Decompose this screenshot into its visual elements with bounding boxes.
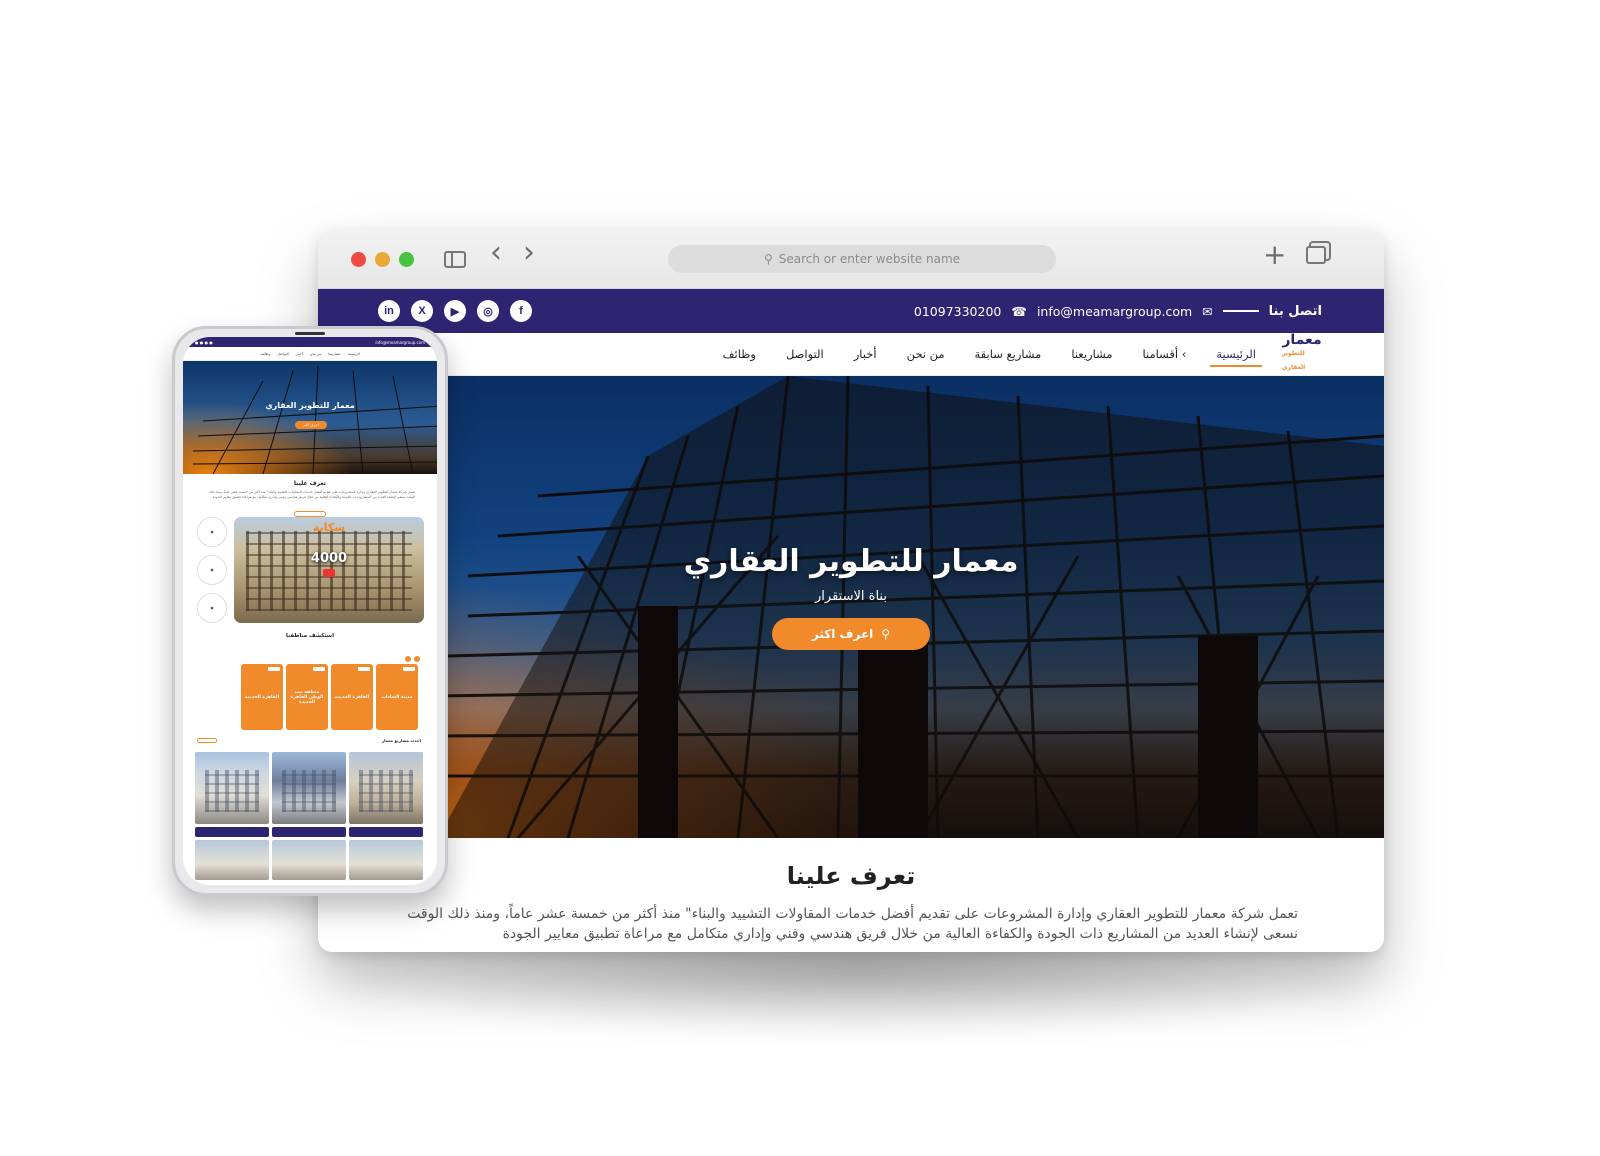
nav-item-news[interactable]: أخبار [854, 341, 877, 367]
nav-item-past-projects[interactable]: مشاريع سابقة [975, 341, 1042, 367]
mobile-about-title: تعرف علينا [293, 480, 327, 487]
play-icon[interactable] [323, 569, 335, 577]
video-number-text: 4000 [310, 551, 348, 566]
hero-subtitle: بناة الاستقرار [815, 589, 887, 604]
site-logo[interactable]: معمار للتطوير العقاري [1282, 332, 1322, 372]
tab-overview-icon[interactable] [1306, 246, 1326, 264]
project-image[interactable] [349, 752, 423, 824]
mobile-area-cards: مدينة السادات القاهرة الجديدة منطقة بيت … [241, 664, 418, 730]
close-window-button[interactable] [351, 252, 366, 267]
mobile-nav-item[interactable]: مشاريعنا [328, 352, 341, 356]
address-bar[interactable]: ⚲ Search or enter website name [668, 245, 1056, 273]
about-paragraph: تعمل شركة معمار للتطوير العقاري وإدارة ا… [407, 906, 1298, 942]
project-button[interactable] [349, 827, 423, 837]
mobile-screen: ● ● ● ● info@meamargroup.com وظائف التوا… [183, 337, 437, 885]
nav-item-jobs[interactable]: وظائف [723, 341, 756, 367]
nav-item-departments[interactable]: أقسامنا ‹ [1143, 341, 1187, 367]
mobile-projects-grid [195, 752, 423, 880]
mobile-learn-more-button[interactable]: اعرف اكثر [295, 421, 327, 429]
nav-item-projects[interactable]: مشاريعنا [1071, 341, 1112, 367]
email-address[interactable]: info@meamargroup.com [1037, 304, 1192, 319]
mobile-carousel-arrows[interactable] [405, 656, 420, 662]
mobile-stat-circles: ● ● ● [197, 517, 227, 623]
project-image[interactable] [272, 840, 346, 880]
mobile-navigation: وظائف التواصل أخبار من نحن مشاريعنا الرئ… [183, 347, 437, 361]
video-brand-text: سكاية [312, 521, 346, 534]
stat-circle: ● [197, 517, 227, 547]
project-button[interactable] [272, 827, 346, 837]
x-twitter-icon[interactable]: X [411, 300, 433, 322]
facebook-icon[interactable]: f [510, 300, 532, 322]
mobile-nav-item[interactable]: أخبار [296, 352, 303, 356]
contact-info: 01097330200 ☎ info@meamargroup.com ✉ اتص… [914, 304, 1322, 319]
divider-line [1222, 310, 1259, 312]
forward-arrow-icon[interactable]: › [523, 238, 535, 268]
search-icon: ⚲ [881, 627, 891, 641]
mobile-hero: معمار للتطوير العقاري اعرف اكثر [183, 361, 437, 474]
linkedin-icon[interactable]: in [378, 300, 400, 322]
youtube-icon[interactable]: ▶ [444, 300, 466, 322]
mobile-top-bar: ● ● ● ● info@meamargroup.com [183, 337, 437, 347]
mobile-nav-item[interactable]: وظائف [260, 352, 270, 356]
nav-item-about[interactable]: من نحن [907, 341, 945, 367]
phone-notch [295, 332, 325, 335]
sidebar-toggle-icon[interactable] [444, 251, 466, 268]
project-image[interactable] [349, 840, 423, 880]
hero-title: معمار للتطوير العقاري [683, 544, 1019, 579]
mobile-scaffolding-silhouette [192, 365, 437, 474]
mobile-device-frame: ● ● ● ● info@meamargroup.com وظائف التوا… [172, 326, 448, 896]
about-section: تعرف علينا تعمل شركة معمار للتطوير العقا… [318, 838, 1384, 944]
mobile-nav-item[interactable]: التواصل [277, 352, 289, 356]
logo-tagline: للتطوير العقاري [1282, 350, 1306, 371]
stat-circle: ● [197, 555, 227, 585]
mail-icon: ✉ [1202, 303, 1213, 319]
mobile-hero-title: معمار للتطوير العقاري [265, 401, 355, 410]
area-card[interactable]: مدينة السادات [376, 664, 418, 730]
nav-item-contact[interactable]: التواصل [786, 341, 824, 367]
mobile-view-all-tag[interactable] [197, 738, 217, 743]
desktop-browser-window: ‹ › ⚲ Search or enter website name + in … [318, 230, 1384, 952]
main-navigation: الرئيسية أقسامنا ‹ مشاريعنا مشاريع سابقة… [318, 333, 1384, 376]
phone-icon: ☎ [1011, 303, 1027, 319]
minimize-window-button[interactable] [375, 252, 390, 267]
top-contact-bar: in X ▶ ◎ f 01097330200 ☎ info@meamargrou… [318, 289, 1384, 333]
about-title: تعرف علينا [786, 862, 916, 890]
mobile-nav-item[interactable]: الرئيسية [348, 352, 360, 356]
mobile-explore-title: استكشف مناطقنا [286, 633, 334, 639]
next-arrow-icon[interactable] [414, 656, 420, 662]
instagram-icon[interactable]: ◎ [477, 300, 499, 322]
maximize-window-button[interactable] [399, 252, 414, 267]
new-tab-icon[interactable]: + [1263, 241, 1286, 269]
search-icon: ⚲ [763, 252, 773, 266]
hero-banner: معمار للتطوير العقاري بناة الاستقرار اعر… [318, 376, 1384, 838]
learn-more-label: اعرف اكثر [811, 627, 874, 641]
project-image[interactable] [272, 752, 346, 824]
nav-item-home[interactable]: الرئيسية [1210, 341, 1262, 367]
mobile-nav-item[interactable]: من نحن [310, 352, 322, 356]
mobile-about-paragraph: تعمل شركة معمار للتطوير العقاري وإدارة ا… [209, 490, 415, 499]
nav-links: الرئيسية أقسامنا ‹ مشاريعنا مشاريع سابقة… [723, 341, 1262, 367]
mobile-video-thumbnail[interactable]: سكاية 4000 [234, 517, 424, 623]
back-arrow-icon[interactable]: ‹ [490, 238, 502, 268]
area-card[interactable]: القاهرة الجديدة [241, 664, 283, 730]
contact-us-link[interactable]: اتصل بنا [1269, 304, 1322, 319]
mobile-contact-email: info@meamargroup.com [375, 339, 425, 345]
learn-more-button[interactable]: اعرف اكثر ⚲ [771, 618, 931, 650]
project-image[interactable] [195, 752, 269, 824]
project-button[interactable] [195, 827, 269, 837]
address-placeholder: Search or enter website name [778, 252, 961, 266]
area-card[interactable]: منطقة بيت الوطن القاهرة الجديدة [286, 664, 328, 730]
mobile-social-icons: ● ● ● ● [195, 339, 213, 345]
phone-number[interactable]: 01097330200 [914, 304, 1001, 319]
hero-content: معمار للتطوير العقاري بناة الاستقرار اعر… [318, 544, 1384, 650]
prev-arrow-icon[interactable] [405, 656, 411, 662]
logo-wordmark: معمار [1282, 332, 1322, 348]
social-links: in X ▶ ◎ f [378, 300, 532, 322]
area-card[interactable]: القاهرة الجديدة [331, 664, 373, 730]
project-image[interactable] [195, 840, 269, 880]
stat-circle: ● [197, 593, 227, 623]
browser-toolbar: ‹ › ⚲ Search or enter website name + [318, 230, 1384, 289]
mobile-projects-title: احدث مشاريع معمار [381, 738, 421, 743]
